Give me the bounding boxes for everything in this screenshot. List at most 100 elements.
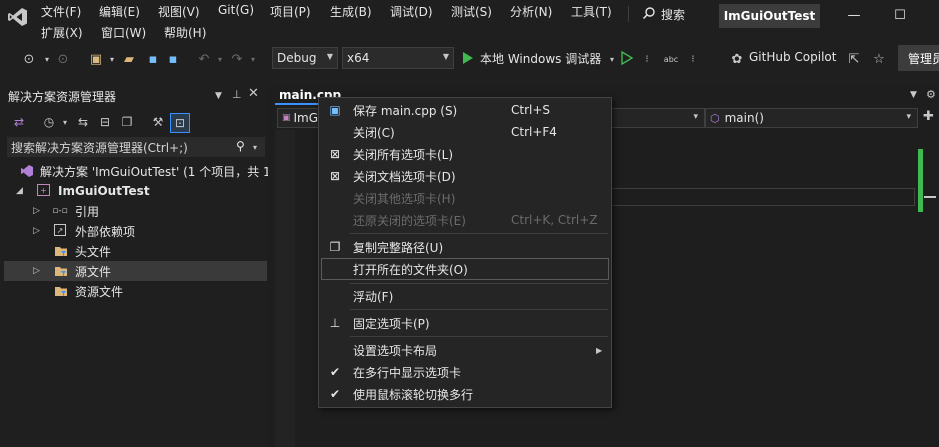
panel-dropdown-icon[interactable]: ▼ [215,91,222,101]
tree-item-resource-files[interactable]: 资源文件 [4,281,267,301]
menu-item-wheel-switch[interactable]: ✔ 使用鼠标滚轮切换多行 [319,383,611,405]
menu-debug[interactable]: 调试(D) [390,3,433,20]
menu-tools[interactable]: 工具(T) [571,3,612,20]
solution-explorer-title: 解决方案资源管理器 [8,90,117,104]
minimize-icon[interactable]: — [834,2,874,28]
close-all-icon: ⊠ [329,147,341,161]
solution-search-input[interactable]: 搜索解决方案资源管理器(Ctrl+;) [7,137,265,157]
search-icon[interactable] [642,6,656,20]
run-icon[interactable] [462,51,474,65]
expand-triangle-icon[interactable]: ▷ [33,226,40,236]
tree-item-source-files[interactable]: ▷ 源文件 [4,261,267,281]
run-dropdown-icon[interactable]: ▾ [603,50,621,68]
menu-item-close[interactable]: 关闭(C) Ctrl+F4 [319,121,611,143]
share-icon[interactable]: ⇱ [845,50,863,68]
menu-item-label: 浮动(F) [353,289,394,304]
pin-icon: ⊥ [329,316,341,330]
menu-item-shortcut: Ctrl+F4 [511,125,557,139]
hot-reload-icon[interactable]: ⁝ [638,50,656,68]
close-icon[interactable]: ✕ [248,86,259,101]
save-icon[interactable]: ▪ [144,50,162,68]
menu-item-reopen-closed[interactable]: 还原关闭的选项卡(E) Ctrl+K, Ctrl+Z [319,209,611,231]
menu-item-save[interactable]: ▣ 保存 main.cpp (S) Ctrl+S [319,99,611,121]
preview-selected-icon[interactable]: ⊡ [170,113,190,133]
menu-item-label: 还原关闭的选项卡(E) [353,213,466,228]
pin-icon[interactable]: ⊥ [232,88,242,101]
nav-project-select[interactable]: ▣ ImG [277,108,319,128]
editor-gutter [275,130,295,447]
spell-check-icon[interactable]: abc [662,50,680,68]
properties-icon[interactable]: ⚒ [149,113,167,131]
menu-project[interactable]: 项目(P) [270,3,311,20]
menu-analyze[interactable]: 分析(N) [510,3,552,20]
forward-icon[interactable]: ⊙ [54,50,72,68]
menu-item-close-all[interactable]: ⊠ 关闭所有选项卡(L) [319,143,611,165]
sync-icon[interactable]: ⇆ [74,113,92,131]
switch-view-icon[interactable]: ⇄ [10,113,28,131]
menu-git[interactable]: Git(G) [218,3,254,17]
submenu-arrow-icon: ▶ [596,345,603,355]
menu-item-open-folder[interactable]: 打开所在的文件夹(O) [319,258,611,280]
search-label[interactable]: 搜索 [661,6,685,23]
collapse-triangle-icon[interactable]: ◢ [16,186,23,196]
save-icon: ▣ [329,103,341,117]
menu-build[interactable]: 生成(B) [330,3,372,20]
copilot-icon[interactable]: ✿ [728,50,746,68]
toolbar-overflow-icon[interactable]: ⁝ [684,50,702,68]
expand-triangle-icon[interactable]: ▷ [33,206,40,216]
chevron-down-icon: ▼ [442,52,449,61]
menu-file[interactable]: 文件(F) [41,3,81,20]
nav-member-select[interactable]: ⬡ main() ▾ [705,108,918,128]
undo-dropdown-icon[interactable]: ▾ [211,50,229,68]
menu-item-close-docs[interactable]: ⊠ 关闭文档选项卡(D) [319,165,611,187]
menu-extensions[interactable]: 扩展(X) [41,24,83,41]
nav-scope-select[interactable]: ▾ [611,108,705,128]
maximize-icon[interactable]: ☐ [880,2,920,28]
run-debugger-button[interactable]: 本地 Windows 调试器 [480,50,601,67]
menu-item-close-others[interactable]: 关闭其他选项卡(H) [319,187,611,209]
menu-divider [628,6,629,22]
back-icon[interactable]: ⊙ [20,50,38,68]
open-folder-icon[interactable]: ▰ [120,50,138,68]
new-dropdown-icon[interactable]: ▾ [103,50,121,68]
platform-select[interactable]: x64 ▼ [342,47,454,69]
menu-test[interactable]: 测试(S) [451,3,492,20]
search-options-icon[interactable]: ▾ [253,143,257,152]
menu-item-multirow-tabs[interactable]: ✔ 在多行中显示选项卡 [319,361,611,383]
menu-help[interactable]: 帮助(H) [164,24,206,41]
tree-item-header-files[interactable]: 头文件 [4,241,267,261]
run-without-debug-icon[interactable] [621,51,633,65]
filter-dropdown-icon[interactable]: ▾ [56,113,74,131]
tree-item-label: ImGuiOutTest [58,184,150,198]
tree-item-solution[interactable]: 解决方案 'ImGuiOutTest' (1 个项目，共 1 [4,161,271,181]
menu-item-label: 关闭(C) [353,125,395,140]
feedback-icon[interactable]: ☆ [870,50,888,68]
nav-project-value: ImG [293,111,319,125]
menu-window[interactable]: 窗口(W) [101,24,146,41]
menu-separator [350,309,608,310]
tree-item-references[interactable]: ▷ ▫-▫ 引用 [4,201,267,221]
tree-item-external-deps[interactable]: ▷ ↗ 外部依赖项 [4,221,267,241]
copilot-button[interactable]: GitHub Copilot [749,50,836,64]
method-icon: ⬡ [710,111,720,125]
menu-view[interactable]: 视图(V) [158,3,200,20]
menu-item-tab-layout[interactable]: 设置选项卡布局 ▶ [319,339,611,361]
menu-item-copy-path[interactable]: ❐ 复制完整路径(U) [319,236,611,258]
tree-item-project[interactable]: ◢ + ImGuiOutTest [4,181,267,201]
platform-value: x64 [347,51,370,65]
collapse-all-icon[interactable]: ⊟ [96,113,114,131]
menu-item-float[interactable]: 浮动(F) [319,285,611,307]
split-icon[interactable]: ✚ [923,109,934,124]
show-all-files-icon[interactable]: ❐ [118,113,136,131]
settings-gear-icon[interactable]: ⚙ [926,88,936,101]
tab-list-dropdown-icon[interactable]: ▼ [910,90,917,100]
menu-item-pin-tab[interactable]: ⊥ 固定选项卡(P) [319,312,611,334]
save-all-icon[interactable]: ▪ [164,50,182,68]
search-icon[interactable]: ⚲ [236,139,245,153]
menu-item-label: 在多行中显示选项卡 [353,365,462,380]
redo-dropdown-icon[interactable]: ▾ [244,50,262,68]
expand-triangle-icon[interactable]: ▷ [33,266,40,276]
configuration-select[interactable]: Debug ▼ [272,47,338,69]
menu-edit[interactable]: 编辑(E) [99,3,140,20]
admin-button[interactable]: 管理员 [898,45,939,71]
